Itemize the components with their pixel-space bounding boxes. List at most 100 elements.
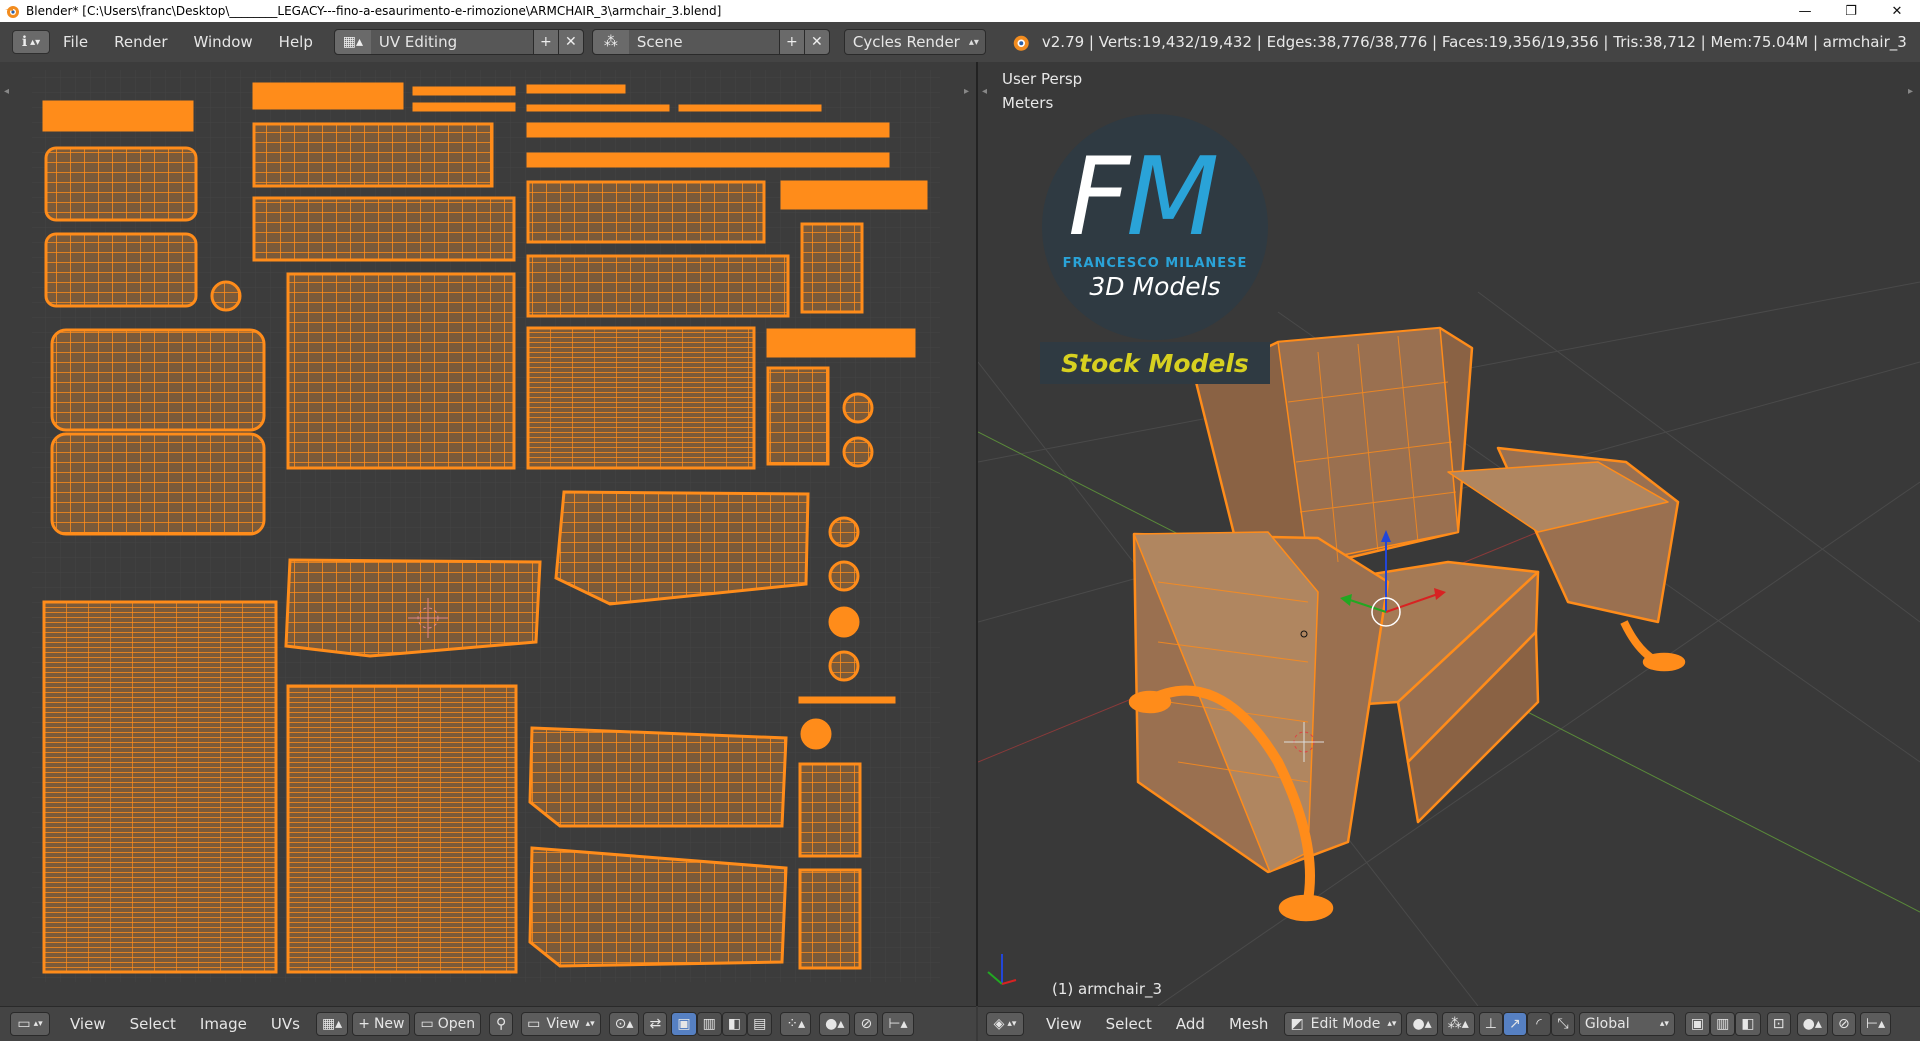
uv-menu-image[interactable]: Image bbox=[188, 1015, 259, 1033]
add-layout-icon[interactable]: + bbox=[532, 30, 558, 54]
sync-selection-icon[interactable]: ⇄ bbox=[643, 1012, 668, 1036]
image-browse-button[interactable]: ▦▴ bbox=[315, 1012, 349, 1036]
rotate-manipulator-icon[interactable]: ◜ bbox=[1526, 1012, 1551, 1036]
3d-editor-type-button[interactable]: ◈ ▴▾ bbox=[986, 1012, 1024, 1036]
scene-selector[interactable]: ⁂ Scene + ✕ bbox=[591, 29, 830, 55]
edge-select-icon[interactable]: ▥ bbox=[696, 1012, 722, 1036]
logo-letters: F bbox=[1068, 135, 1130, 260]
snap-icon[interactable]: ⊘ bbox=[1831, 1012, 1856, 1036]
uv-editor[interactable]: ◂ ▸ bbox=[0, 62, 976, 1006]
logo-name: FRANCESCO MILANESE bbox=[1062, 256, 1248, 271]
edge-select-mode-icon[interactable]: ▥ bbox=[1710, 1012, 1736, 1036]
region-toggle-icon[interactable]: ◂ bbox=[4, 86, 14, 98]
unit-system: Meters bbox=[1002, 94, 1054, 112]
menu-render[interactable]: Render bbox=[101, 33, 180, 51]
snap-target-icon[interactable]: ⊢▴ bbox=[882, 1012, 914, 1036]
screen-layout-icon: ▦▴ bbox=[334, 30, 371, 54]
view-mode-icon: ▭ bbox=[527, 1016, 541, 1032]
new-image-label: New bbox=[373, 1016, 405, 1032]
3d-menu-view[interactable]: View bbox=[1034, 1015, 1094, 1033]
info-icon: ℹ bbox=[21, 34, 28, 50]
logo-subtitle: 3D Models bbox=[1089, 272, 1221, 301]
translate-manipulator-icon[interactable]: ↗ bbox=[1502, 1012, 1527, 1036]
proportional-edit-icon[interactable]: ●▴ bbox=[819, 1012, 851, 1036]
transform-orientation-dropdown[interactable]: Global ▴▾ bbox=[1578, 1012, 1675, 1036]
render-engine-dropdown[interactable]: Cycles Render ▴▾ bbox=[843, 29, 986, 55]
proportional-edit-icon[interactable]: ●▴ bbox=[1796, 1012, 1828, 1036]
scene-icon: ⁂ bbox=[592, 30, 629, 54]
view-name: User Persp bbox=[1002, 70, 1083, 88]
3d-menu-add[interactable]: Add bbox=[1164, 1015, 1217, 1033]
dropdown-arrows-icon: ▴▾ bbox=[968, 36, 979, 48]
snap-element-icon[interactable]: ⊢▴ bbox=[1859, 1012, 1892, 1036]
armchair-mesh[interactable] bbox=[1128, 326, 1686, 922]
3d-viewport[interactable]: User Persp Meters (1) armchair_3 FM FRAN… bbox=[977, 62, 1920, 1007]
3d-menu-mesh[interactable]: Mesh bbox=[1217, 1015, 1281, 1033]
snap-icon[interactable]: ⊘ bbox=[854, 1012, 879, 1036]
fm-watermark-logo: FM FRANCESCO MILANESE 3D Models bbox=[1042, 114, 1268, 340]
uv-menu-view[interactable]: View bbox=[58, 1015, 118, 1033]
menu-help[interactable]: Help bbox=[266, 33, 326, 51]
image-browse-icon: ▦▴ bbox=[321, 1016, 343, 1032]
3d-menu-select[interactable]: Select bbox=[1094, 1015, 1164, 1033]
sticky-select-icon[interactable]: ⁘▴ bbox=[780, 1012, 812, 1036]
face-select-icon[interactable]: ◧ bbox=[721, 1012, 748, 1036]
region-toggle-icon[interactable]: ▸ bbox=[964, 86, 974, 98]
new-image-button[interactable]: + New bbox=[352, 1012, 411, 1036]
window-titlebar: Blender* [C:\Users\franc\Desktop\_______… bbox=[0, 0, 1920, 22]
vertex-select-mode-icon[interactable]: ▣ bbox=[1684, 1012, 1711, 1036]
screen-layout-selector[interactable]: ▦▴ UV Editing + ✕ bbox=[333, 29, 584, 55]
open-image-button[interactable]: ▭ Open bbox=[414, 1012, 482, 1036]
uv-editor-type-button[interactable]: ▭ ▴▾ bbox=[10, 1012, 50, 1036]
info-header: ℹ ▴▾ File Render Window Help ▦▴ UV Editin… bbox=[0, 22, 1920, 63]
plus-icon: + bbox=[358, 1016, 370, 1032]
blender-logo-icon bbox=[1013, 35, 1029, 51]
screen-layout-field[interactable]: UV Editing bbox=[371, 33, 533, 51]
active-object-label: (1) armchair_3 bbox=[1052, 980, 1163, 998]
interaction-mode-dropdown[interactable]: ◩ Edit Mode ▴▾ bbox=[1284, 1012, 1403, 1036]
image-editor-icon: ▭ bbox=[17, 1016, 31, 1032]
region-toggle-icon[interactable]: ◂ bbox=[982, 86, 992, 98]
logo-letters: FM bbox=[1068, 135, 1219, 260]
uv-editor-header: ▭ ▴▾ View Select Image UVs ▦▴ + New ▭ Open… bbox=[0, 1006, 976, 1041]
region-toggle-icon[interactable]: ▸ bbox=[1908, 86, 1918, 98]
uv-menu-select[interactable]: Select bbox=[118, 1015, 188, 1033]
cube-icon: ◈ bbox=[993, 1016, 1005, 1032]
view-mode-label: View bbox=[546, 1016, 580, 1032]
menu-file[interactable]: File bbox=[50, 33, 101, 51]
info-editor-type-button[interactable]: ℹ ▴▾ bbox=[12, 30, 50, 54]
banner-text: Stock Models bbox=[1061, 348, 1249, 378]
vertex-select-icon[interactable]: ▣ bbox=[671, 1012, 697, 1036]
pivot-point-dropdown[interactable]: ⁂▴ bbox=[1441, 1012, 1475, 1036]
scene-statistics: v2.79 | Verts:19,432/19,432 | Edges:38,7… bbox=[1041, 33, 1907, 51]
minimize-button[interactable]: — bbox=[1782, 0, 1828, 22]
edit-mode-icon: ◩ bbox=[1290, 1016, 1304, 1032]
stock-models-banner: Stock Models bbox=[1040, 342, 1270, 384]
interaction-mode-label: Edit Mode bbox=[1310, 1016, 1381, 1032]
manipulator-toggle-icon[interactable]: ⊥ bbox=[1478, 1012, 1503, 1036]
menu-window[interactable]: Window bbox=[181, 33, 266, 51]
view-mode-dropdown[interactable]: ▭ View ▴▾ bbox=[521, 1012, 601, 1036]
blender-logo-icon bbox=[5, 6, 19, 18]
render-engine-label: Cycles Render bbox=[852, 33, 960, 51]
3d-view-header: ◈ ▴▾ View Select Add Mesh ◩ Edit Mode ▴▾ … bbox=[978, 1006, 1920, 1041]
transform-orientation-label: Global bbox=[1584, 1016, 1630, 1032]
close-button[interactable]: ✕ bbox=[1874, 0, 1920, 22]
open-image-label: Open bbox=[437, 1016, 476, 1032]
pivot-dropdown-icon[interactable]: ⊙▴ bbox=[608, 1012, 640, 1036]
scale-manipulator-icon[interactable]: ⤡ bbox=[1550, 1012, 1575, 1036]
uv-canvas[interactable] bbox=[0, 62, 976, 1006]
window-title: Blender* [C:\Users\franc\Desktop\_______… bbox=[26, 4, 722, 18]
pin-icon[interactable]: ⚲ bbox=[489, 1012, 514, 1036]
restore-button[interactable]: ❐ bbox=[1828, 0, 1874, 22]
add-scene-icon[interactable]: + bbox=[778, 30, 804, 54]
island-select-icon[interactable]: ▤ bbox=[747, 1012, 773, 1036]
delete-scene-icon[interactable]: ✕ bbox=[803, 30, 829, 54]
scene-field[interactable]: Scene bbox=[629, 33, 779, 51]
face-select-mode-icon[interactable]: ◧ bbox=[1735, 1012, 1761, 1036]
folder-icon: ▭ bbox=[420, 1016, 434, 1032]
delete-layout-icon[interactable]: ✕ bbox=[557, 30, 583, 54]
viewport-shading-dropdown[interactable]: ●▴ bbox=[1406, 1012, 1438, 1036]
uv-menu-uvs[interactable]: UVs bbox=[259, 1015, 312, 1033]
limit-selection-icon[interactable]: ⊡ bbox=[1766, 1012, 1791, 1036]
